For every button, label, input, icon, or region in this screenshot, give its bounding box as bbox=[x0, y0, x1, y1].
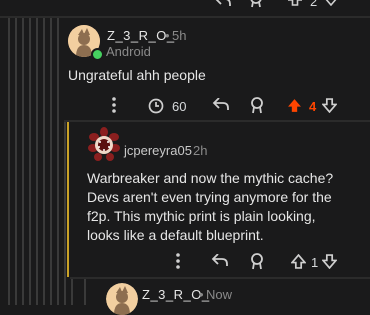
comment-timestamp: 2h bbox=[193, 143, 208, 158]
comment-body-line: Warbreaker and now the mythic cache? bbox=[87, 170, 334, 186]
award-icon[interactable] bbox=[249, 97, 265, 114]
thread-line bbox=[64, 122, 66, 305]
comment-body: Warbreaker and now the mythic cache? Dev… bbox=[87, 169, 367, 245]
award-icon[interactable] bbox=[249, 253, 265, 270]
vote-count: 4 bbox=[309, 99, 317, 114]
divider bbox=[70, 277, 370, 279]
reply-icon[interactable] bbox=[214, 0, 232, 8]
comment-username[interactable]: jcpereyra05 bbox=[124, 143, 192, 158]
comment-body-line: Devs aren't even trying anymore for the bbox=[87, 189, 332, 205]
downvote-icon[interactable] bbox=[322, 98, 337, 113]
downvote-icon[interactable] bbox=[324, 0, 338, 6]
reply-icon[interactable] bbox=[211, 254, 229, 268]
thread-line bbox=[71, 279, 73, 305]
separator-dot: • bbox=[165, 28, 170, 43]
vote-count: 1 bbox=[311, 255, 319, 270]
online-status-indicator bbox=[91, 48, 104, 61]
thread-line bbox=[15, 18, 17, 305]
award-count: 60 bbox=[172, 99, 187, 114]
thread-line bbox=[29, 18, 31, 305]
user-flair: Android bbox=[106, 44, 151, 59]
award-icon[interactable] bbox=[248, 0, 264, 8]
thread-line bbox=[84, 279, 86, 305]
thread-line bbox=[43, 18, 45, 305]
upvote-icon[interactable] bbox=[287, 98, 302, 113]
clock-icon[interactable] bbox=[148, 98, 164, 114]
more-options-icon[interactable] bbox=[112, 97, 116, 113]
thread-line bbox=[22, 18, 24, 305]
comment-body: Ungrateful ahh people bbox=[68, 67, 206, 83]
avatar[interactable] bbox=[88, 126, 120, 162]
active-thread-line bbox=[67, 122, 69, 277]
upvote-icon[interactable] bbox=[288, 0, 302, 6]
thread-line bbox=[8, 18, 10, 305]
upvote-icon[interactable] bbox=[291, 254, 306, 269]
more-options-icon[interactable] bbox=[176, 253, 180, 269]
comment-body-line: looks like a default blueprint. bbox=[87, 227, 264, 243]
thread-line bbox=[36, 18, 38, 305]
avatar[interactable] bbox=[106, 283, 138, 315]
previous-vote-count: 2 bbox=[310, 0, 318, 9]
comment-timestamp: 5h bbox=[172, 28, 187, 43]
separator-dot: • bbox=[199, 287, 204, 302]
thread-line bbox=[50, 18, 52, 305]
comment-timestamp: Now bbox=[206, 287, 233, 302]
reply-icon[interactable] bbox=[212, 98, 230, 112]
thread-line bbox=[57, 18, 59, 305]
divider bbox=[64, 120, 370, 122]
previous-comment-actions: 2 bbox=[0, 0, 370, 14]
downvote-icon[interactable] bbox=[322, 254, 337, 269]
divider bbox=[0, 16, 370, 18]
comment-body-line: f2p. This mythic print is plain looking, bbox=[87, 208, 316, 224]
